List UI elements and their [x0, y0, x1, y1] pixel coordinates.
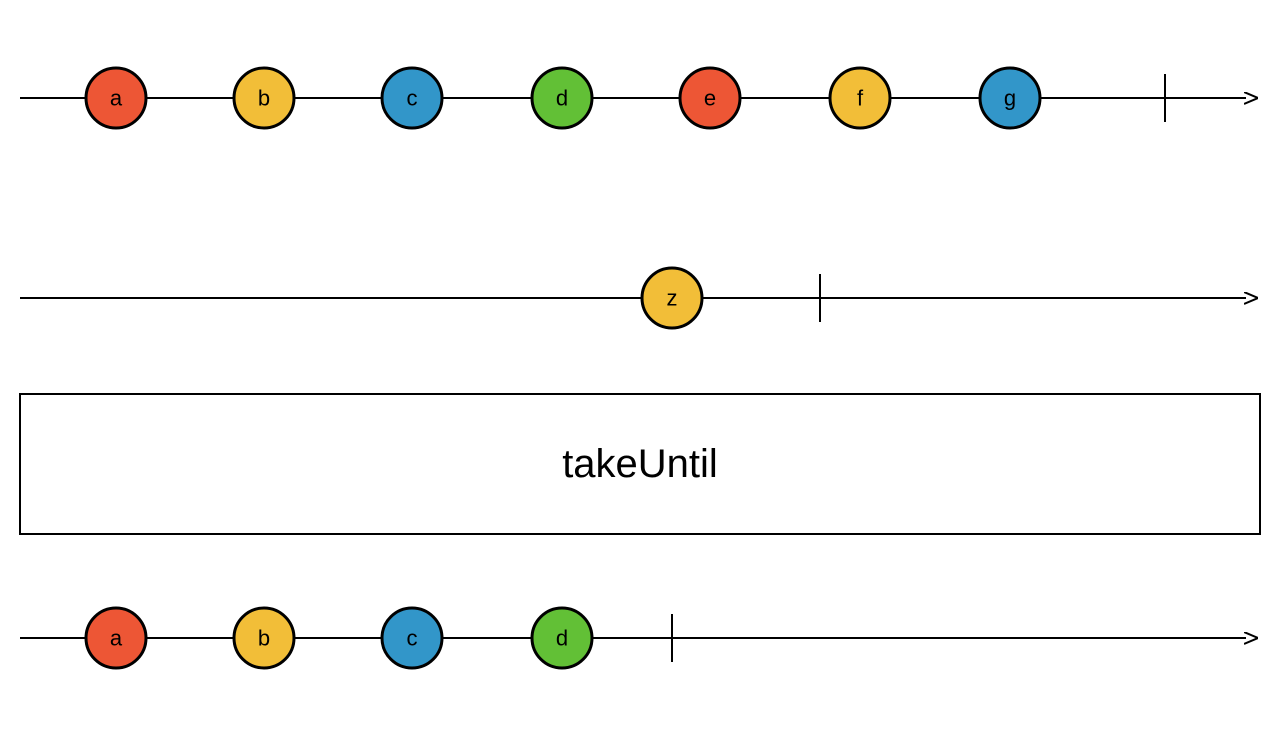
marble-diagram: a b c d e f g z a b c d takeUntil — [0, 0, 1280, 740]
marble-label-source-b: b — [258, 86, 270, 111]
marble-label-output-c: c — [407, 626, 418, 651]
marble-source-d: d — [532, 68, 592, 128]
marble-label-source-c: c — [407, 86, 418, 111]
operator-box: takeUntil — [20, 394, 1260, 534]
streams-layer: a b c d e f g z a b c d — [20, 68, 1246, 668]
marble-output-a: a — [86, 608, 146, 668]
marble-source-c: c — [382, 68, 442, 128]
marble-source-f: f — [830, 68, 890, 128]
operator-label: takeUntil — [562, 442, 718, 486]
stream-output: a b c d — [20, 608, 1246, 668]
marble-notifier-z: z — [642, 268, 702, 328]
marble-label-source-d: d — [556, 86, 568, 111]
marble-source-g: g — [980, 68, 1040, 128]
marble-label-output-a: a — [110, 626, 123, 651]
marble-label-output-d: d — [556, 626, 568, 651]
marble-label-notifier-z: z — [667, 286, 678, 311]
stream-notifier: z — [20, 268, 1246, 328]
marble-label-source-e: e — [704, 86, 716, 111]
marble-label-source-a: a — [110, 86, 123, 111]
stream-source: a b c d e f g — [20, 68, 1246, 128]
marble-source-a: a — [86, 68, 146, 128]
marble-label-source-g: g — [1004, 86, 1016, 111]
marble-label-source-f: f — [857, 86, 864, 111]
marble-source-e: e — [680, 68, 740, 128]
marble-label-output-b: b — [258, 626, 270, 651]
marble-source-b: b — [234, 68, 294, 128]
marble-output-d: d — [532, 608, 592, 668]
marble-output-b: b — [234, 608, 294, 668]
marble-output-c: c — [382, 608, 442, 668]
